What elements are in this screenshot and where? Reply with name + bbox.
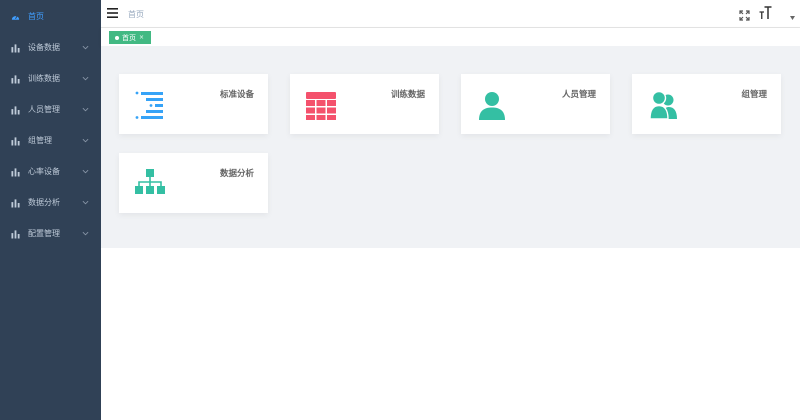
active-dot <box>115 35 119 40</box>
sidebar-item-home[interactable]: 首页 <box>0 1 101 32</box>
panel-personnel[interactable]: 人员管理 <box>461 74 610 134</box>
chevron-down-icon <box>82 76 89 80</box>
sidebar-item-personnel[interactable]: 人员管理 <box>0 94 101 125</box>
tag-close-icon[interactable]: × <box>139 34 144 41</box>
chevron-down-icon <box>82 200 89 204</box>
panel-training-data[interactable]: 训练数据 <box>290 74 439 134</box>
breadcrumb: 首页 <box>128 10 144 19</box>
sidebar-item-label: 人员管理 <box>28 105 60 114</box>
panel-title: 人员管理 <box>561 90 596 100</box>
sidebar-item-data-analysis[interactable]: 数据分析 <box>0 187 101 218</box>
panel-title: 数据分析 <box>219 169 254 179</box>
bar-chart-icon <box>11 74 20 83</box>
text-size-icon[interactable] <box>759 6 772 20</box>
bar-chart-icon <box>11 167 20 176</box>
bar-chart-icon <box>11 229 20 238</box>
sidebar-item-training-data[interactable]: 训练数据 <box>0 63 101 94</box>
sidebar-item-label: 心率设备 <box>28 167 60 176</box>
caret-down-icon[interactable] <box>790 16 795 20</box>
bar-chart-icon <box>11 136 20 145</box>
grid-table-icon <box>306 92 336 120</box>
list-icon <box>135 91 163 119</box>
chevron-down-icon <box>82 138 89 142</box>
sidebar-item-heart-rate-devices[interactable]: 心率设备 <box>0 156 101 187</box>
panel-title: 组管理 <box>741 90 767 100</box>
users-group-icon <box>649 90 677 120</box>
sidebar-item-label: 数据分析 <box>28 198 60 207</box>
tag-label: 首页 <box>122 33 136 42</box>
bar-chart-icon <box>11 105 20 114</box>
chevron-down-icon <box>82 45 89 49</box>
navbar: 首页 <box>101 0 800 28</box>
sidebar-item-label: 设备数据 <box>28 43 60 52</box>
sidebar-item-label: 组管理 <box>28 136 52 145</box>
hamburger-icon[interactable] <box>107 8 118 18</box>
panel-groups[interactable]: 组管理 <box>632 74 781 134</box>
chevron-down-icon <box>82 107 89 111</box>
sidebar-item-groups[interactable]: 组管理 <box>0 125 101 156</box>
panel-title: 标准设备 <box>219 90 254 100</box>
panel-data-analysis[interactable]: 数据分析 <box>119 153 268 213</box>
tags-view: 首页 × <box>101 28 800 46</box>
sidebar-item-label: 首页 <box>28 12 44 21</box>
sidebar-item-device-data[interactable]: 设备数据 <box>0 32 101 63</box>
bar-chart-icon <box>11 198 20 207</box>
bar-chart-icon <box>11 43 20 52</box>
panel-title: 训练数据 <box>390 90 425 100</box>
panel-standard-devices[interactable]: 标准设备 <box>119 74 268 134</box>
sidebar: 首页 设备数据 训练数据 人员管理 组管理 心率设备 数据分析 配置管理 <box>0 0 101 420</box>
chevron-down-icon <box>82 169 89 173</box>
tree-structure-icon <box>135 169 165 194</box>
sidebar-item-label: 训练数据 <box>28 74 60 83</box>
chevron-down-icon <box>82 231 89 235</box>
tag-home[interactable]: 首页 × <box>109 31 152 44</box>
sidebar-item-label: 配置管理 <box>28 229 60 238</box>
sidebar-item-config[interactable]: 配置管理 <box>0 218 101 249</box>
dashboard-main: 标准设备 训练数据 人员管理 组管理 数据分析 <box>101 46 800 248</box>
user-icon <box>479 92 505 120</box>
dashboard-icon <box>11 14 20 20</box>
fullscreen-icon[interactable] <box>739 10 750 21</box>
